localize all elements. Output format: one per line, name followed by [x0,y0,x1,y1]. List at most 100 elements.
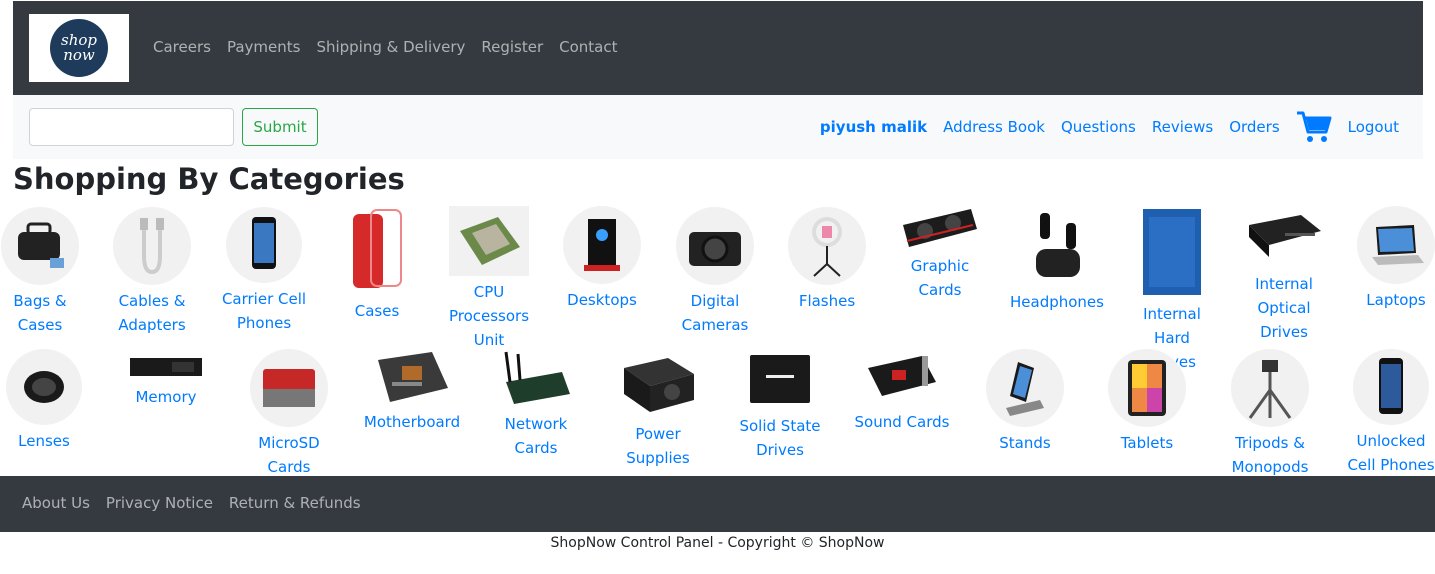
graphics-card-icon [900,206,980,250]
cable-icon [113,207,191,285]
footer-links: About Us Privacy Notice Return & Refunds [22,494,361,512]
address-book-link[interactable]: Address Book [943,118,1045,136]
category-label: Laptops [1366,291,1426,309]
category-label: Tripods & Monopods [1231,434,1309,476]
category-label: Digital Cameras [681,292,749,334]
category-tablets[interactable]: Tablets [1107,349,1187,455]
category-label: Motherboard [363,413,461,431]
search-user-bar: Submit piyush malik Address Book Questio… [13,95,1423,159]
category-tripods-monopods[interactable]: Tripods & Monopods [1224,349,1316,479]
bag-icon [1,207,79,285]
shopnow-logo[interactable]: shop now [29,14,129,82]
category-label: MicroSD Cards [258,434,320,476]
copyright-text: ShopNow Control Panel - Copyright © Shop… [550,535,885,551]
category-cpu-processors[interactable]: CPU Processors Unit [444,206,534,352]
footer: About Us Privacy Notice Return & Refunds [0,476,1435,532]
category-cables-adapters[interactable]: Cables & Adapters [113,207,191,337]
category-cases[interactable]: Cases [340,207,414,323]
shopping-cart-icon[interactable] [1296,110,1332,144]
category-label: Bags & Cases [13,292,67,334]
category-label: Network Cards [504,415,568,457]
category-label: Cases [354,302,400,320]
network-card-icon [496,348,576,408]
category-desktops[interactable]: Desktops [562,206,642,312]
tripod-icon [1231,349,1309,427]
category-label: Flashes [798,292,856,310]
nav-shipping-link[interactable]: Shipping & Delivery [316,38,465,56]
search-input[interactable] [29,108,234,146]
category-lenses[interactable]: Lenses [5,349,83,453]
category-bags-cases[interactable]: Bags & Cases [0,207,80,337]
motherboard-icon [372,348,452,406]
footer-returns-link[interactable]: Return & Refunds [229,494,361,512]
nav-contact-link[interactable]: Contact [559,38,617,56]
questions-link[interactable]: Questions [1061,118,1136,136]
nav-payments-link[interactable]: Payments [227,38,300,56]
ring-light-icon [788,207,866,285]
category-solid-state-drives[interactable]: Solid State Drives [735,348,825,462]
category-label: Solid State Drives [739,417,821,459]
category-label: Lenses [18,432,70,450]
category-stands[interactable]: Stands [985,349,1065,455]
orders-link[interactable]: Orders [1229,118,1279,136]
category-sound-cards[interactable]: Sound Cards [854,348,950,434]
memory-stick-icon [128,355,204,379]
optical-drive-icon [1244,206,1324,268]
category-graphic-cards[interactable]: Graphic Cards [896,206,984,302]
category-microsd-cards[interactable]: MicroSD Cards [248,349,330,479]
category-label: Memory [135,388,197,406]
camera-icon [676,207,754,285]
camera-lens-icon [6,349,82,425]
nav-careers-link[interactable]: Careers [153,38,211,56]
laptop-icon [1357,206,1435,284]
category-unlocked-cell-phones[interactable]: Unlocked Cell Phones [1346,349,1435,477]
sound-card-icon [862,348,942,406]
category-network-cards[interactable]: Network Cards [492,348,580,460]
category-label: Internal Optical Drives [1255,275,1313,341]
category-carrier-cell-phones[interactable]: Carrier Cell Phones [221,207,307,335]
category-label: Tablets [1120,434,1174,452]
desktop-icon [563,206,641,284]
category-memory[interactable]: Memory [128,355,204,409]
reviews-link[interactable]: Reviews [1152,118,1213,136]
footer-privacy-link[interactable]: Privacy Notice [106,494,213,512]
smartphone-icon [226,207,302,283]
ssd-icon [740,348,820,410]
category-label: Unlocked Cell Phones [1347,432,1435,474]
category-label: Desktops [567,291,637,309]
category-internal-optical-drives[interactable]: Internal Optical Drives [1240,206,1328,344]
category-motherboard[interactable]: Motherboard [362,348,462,434]
cpu-icon [449,206,529,276]
category-label: CPU Processors Unit [448,283,530,349]
category-label: Power Supplies [626,425,690,467]
category-power-supplies[interactable]: Power Supplies [612,348,704,470]
category-headphones[interactable]: Headphones [1010,206,1104,314]
page-title: Shopping By Categories [13,162,405,196]
logo-text-line2: now [63,46,95,64]
category-digital-cameras[interactable]: Digital Cameras [676,207,754,337]
category-label: Cables & Adapters [118,292,186,334]
logout-link[interactable]: Logout [1348,118,1399,136]
nav-register-link[interactable]: Register [481,38,543,56]
category-label: Carrier Cell Phones [221,290,307,332]
top-navbar: shop now Careers Payments Shipping & Del… [13,1,1423,95]
hard-drive-icon [1132,206,1212,298]
category-flashes[interactable]: Flashes [788,207,866,313]
unlocked-phone-icon [1353,349,1429,425]
sd-card-icon [250,349,328,427]
user-name-link[interactable]: piyush malik [820,118,927,136]
category-label: Headphones [1010,293,1104,311]
earbuds-icon [1024,206,1088,286]
top-nav-links: Careers Payments Shipping & Delivery Reg… [153,38,618,56]
phone-case-icon [343,207,411,295]
category-laptops[interactable]: Laptops [1356,206,1435,312]
phone-stand-icon [986,349,1064,427]
submit-button[interactable]: Submit [242,108,318,146]
footer-about-link[interactable]: About Us [22,494,90,512]
category-label: Sound Cards [854,413,950,431]
user-links: piyush malik Address Book Questions Revi… [820,108,1399,146]
category-label: Stands [999,434,1051,452]
category-label: Graphic Cards [910,257,970,299]
tablet-icon [1108,349,1186,427]
power-supply-icon [618,348,698,418]
